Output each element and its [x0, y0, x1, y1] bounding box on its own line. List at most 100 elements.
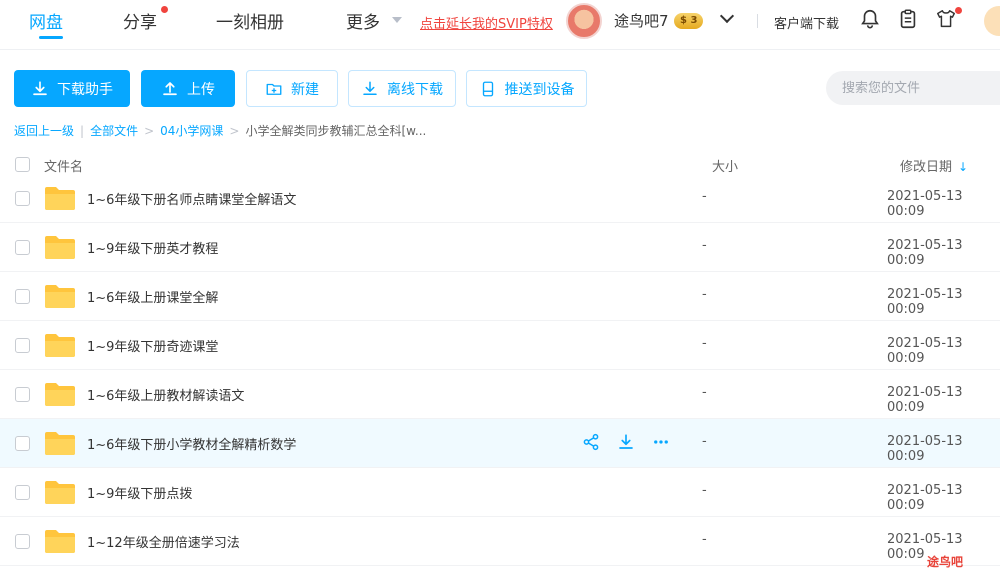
table-row[interactable]: 1~6年级下册小学教材全解精析数学 - 2021-05-13 00:09: [0, 419, 1000, 468]
offline-download-label: 离线下载: [387, 81, 443, 98]
file-size: -: [702, 434, 707, 449]
file-date: 2021-05-13 00:09: [887, 385, 963, 415]
sort-down-arrow-icon: ↓: [958, 160, 969, 174]
top-navigation-bar: 网盘 分享 一刻相册 更多 点击延长我的SVIP特权 途鸟吧7 $ 3 客户端下…: [0, 0, 1000, 50]
column-header-size[interactable]: 大小: [712, 156, 738, 175]
file-date: 2021-05-13 00:09: [887, 483, 963, 513]
user-avatar[interactable]: [566, 3, 602, 39]
column-header-date[interactable]: 修改日期 ↓: [900, 156, 968, 175]
row-checkbox[interactable]: [15, 289, 30, 304]
more-options-icon[interactable]: [652, 433, 670, 451]
file-size: -: [702, 287, 707, 302]
breadcrumb-chevron-icon: >: [229, 123, 240, 138]
folder-icon: [45, 481, 75, 504]
file-date: 2021-05-13 00:09: [887, 287, 963, 317]
table-row[interactable]: 1~6年级下册名师点睛课堂全解语文 - 2021-05-13 00:09: [0, 174, 1000, 223]
row-checkbox[interactable]: [15, 485, 30, 500]
table-row[interactable]: 1~12年级全册倍速学习法 - 2021-05-13 00:09: [0, 517, 1000, 566]
folder-icon: [45, 383, 75, 406]
file-name[interactable]: 1~6年级下册小学教材全解精析数学: [87, 434, 296, 453]
breadcrumb-all-files-link[interactable]: 全部文件: [90, 122, 138, 139]
table-row[interactable]: 1~6年级上册教材解读语文 - 2021-05-13 00:09: [0, 370, 1000, 419]
file-size: -: [702, 238, 707, 253]
table-row[interactable]: 1~6年级上册课堂全解 - 2021-05-13 00:09: [0, 272, 1000, 321]
divider: [757, 14, 758, 28]
file-date: 2021-05-13 00:09: [887, 189, 963, 219]
folder-icon: [45, 334, 75, 357]
column-header-date-label: 修改日期: [900, 160, 953, 175]
offline-download-icon: [363, 81, 377, 95]
offline-download-button[interactable]: 离线下载: [348, 70, 456, 107]
toolbar: 下载助手 上传 新建 离线下载 推送到设备: [0, 60, 1000, 120]
user-menu-chevron-down-icon[interactable]: [719, 8, 735, 24]
upload-label: 上传: [187, 81, 215, 98]
download-icon: [33, 80, 47, 95]
push-to-device-label: 推送到设备: [504, 81, 575, 98]
row-checkbox[interactable]: [15, 436, 30, 451]
folder-icon: [45, 530, 75, 553]
column-header-name[interactable]: 文件名: [44, 156, 83, 175]
tshirt-icon[interactable]: [935, 8, 957, 30]
row-checkbox[interactable]: [15, 534, 30, 549]
skin-notification-dot: [955, 7, 962, 14]
username-label[interactable]: 途鸟吧7: [614, 10, 669, 31]
row-checkbox[interactable]: [15, 338, 30, 353]
file-size: -: [702, 189, 707, 204]
new-folder-label: 新建: [291, 81, 319, 98]
more-chevron-down-icon[interactable]: [392, 17, 402, 23]
table-row[interactable]: 1~9年级下册点拨 - 2021-05-13 00:09: [0, 468, 1000, 517]
select-all-checkbox[interactable]: [15, 157, 30, 172]
push-to-device-button[interactable]: 推送到设备: [466, 70, 587, 107]
device-icon: [482, 81, 493, 96]
coin-badge: $ 3: [674, 13, 704, 29]
tab-share[interactable]: 分享: [123, 8, 157, 33]
upload-button[interactable]: 上传: [141, 70, 235, 107]
row-checkbox[interactable]: [15, 387, 30, 402]
tab-netdisk[interactable]: 网盘: [29, 8, 63, 33]
breadcrumb-folder-link[interactable]: 04小学网课: [160, 122, 223, 139]
new-folder-icon: [266, 83, 282, 95]
svip-renew-link[interactable]: 点击延长我的SVIP特权: [420, 13, 553, 32]
file-size: -: [702, 532, 707, 547]
file-size: -: [702, 336, 707, 351]
file-size: -: [702, 483, 707, 498]
file-date: 2021-05-13 00:09: [887, 238, 963, 268]
breadcrumb-back-link[interactable]: 返回上一级: [14, 122, 74, 139]
file-date: 2021-05-13 00:09: [887, 336, 963, 366]
new-folder-button[interactable]: 新建: [246, 70, 338, 107]
download-helper-button[interactable]: 下载助手: [14, 70, 130, 107]
table-row[interactable]: 1~9年级下册奇迹课堂 - 2021-05-13 00:09: [0, 321, 1000, 370]
row-checkbox[interactable]: [15, 240, 30, 255]
file-name[interactable]: 1~6年级上册课堂全解: [87, 287, 218, 306]
folder-icon: [45, 432, 75, 455]
folder-icon: [45, 187, 75, 210]
tab-more[interactable]: 更多: [346, 8, 380, 33]
file-name[interactable]: 1~9年级下册点拨: [87, 483, 192, 502]
file-name[interactable]: 1~12年级全册倍速学习法: [87, 532, 240, 551]
file-name[interactable]: 1~9年级下册英才教程: [87, 238, 218, 257]
site-watermark: 途鸟吧: [927, 555, 964, 569]
file-name[interactable]: 1~6年级上册教材解读语文: [87, 385, 244, 404]
download-icon[interactable]: [617, 433, 635, 451]
breadcrumb: 返回上一级 | 全部文件 > 04小学网课 > 小学全解类同步教辅汇总全科[w.…: [14, 122, 426, 139]
active-tab-indicator: [39, 36, 63, 39]
search-input[interactable]: [826, 71, 1000, 105]
client-download-link[interactable]: 客户端下载: [774, 13, 839, 32]
folder-icon: [45, 285, 75, 308]
download-helper-label: 下载助手: [57, 81, 113, 98]
breadcrumb-current-folder: 小学全解类同步教辅汇总全科[w...: [245, 124, 427, 138]
clipboard-icon[interactable]: [897, 8, 919, 30]
tab-moments-album[interactable]: 一刻相册: [216, 8, 284, 33]
row-checkbox[interactable]: [15, 191, 30, 206]
breadcrumb-chevron-icon: >: [144, 123, 155, 138]
folder-icon: [45, 236, 75, 259]
table-row[interactable]: 1~9年级下册英才教程 - 2021-05-13 00:09: [0, 223, 1000, 272]
file-name[interactable]: 1~9年级下册奇迹课堂: [87, 336, 218, 355]
secondary-avatar[interactable]: [984, 6, 1000, 36]
file-name[interactable]: 1~6年级下册名师点睛课堂全解语文: [87, 189, 296, 208]
row-actions: [582, 433, 670, 451]
file-size: -: [702, 385, 707, 400]
share-icon[interactable]: [582, 433, 600, 451]
file-date: 2021-05-13 00:09: [887, 434, 963, 464]
bell-icon[interactable]: [859, 8, 881, 30]
